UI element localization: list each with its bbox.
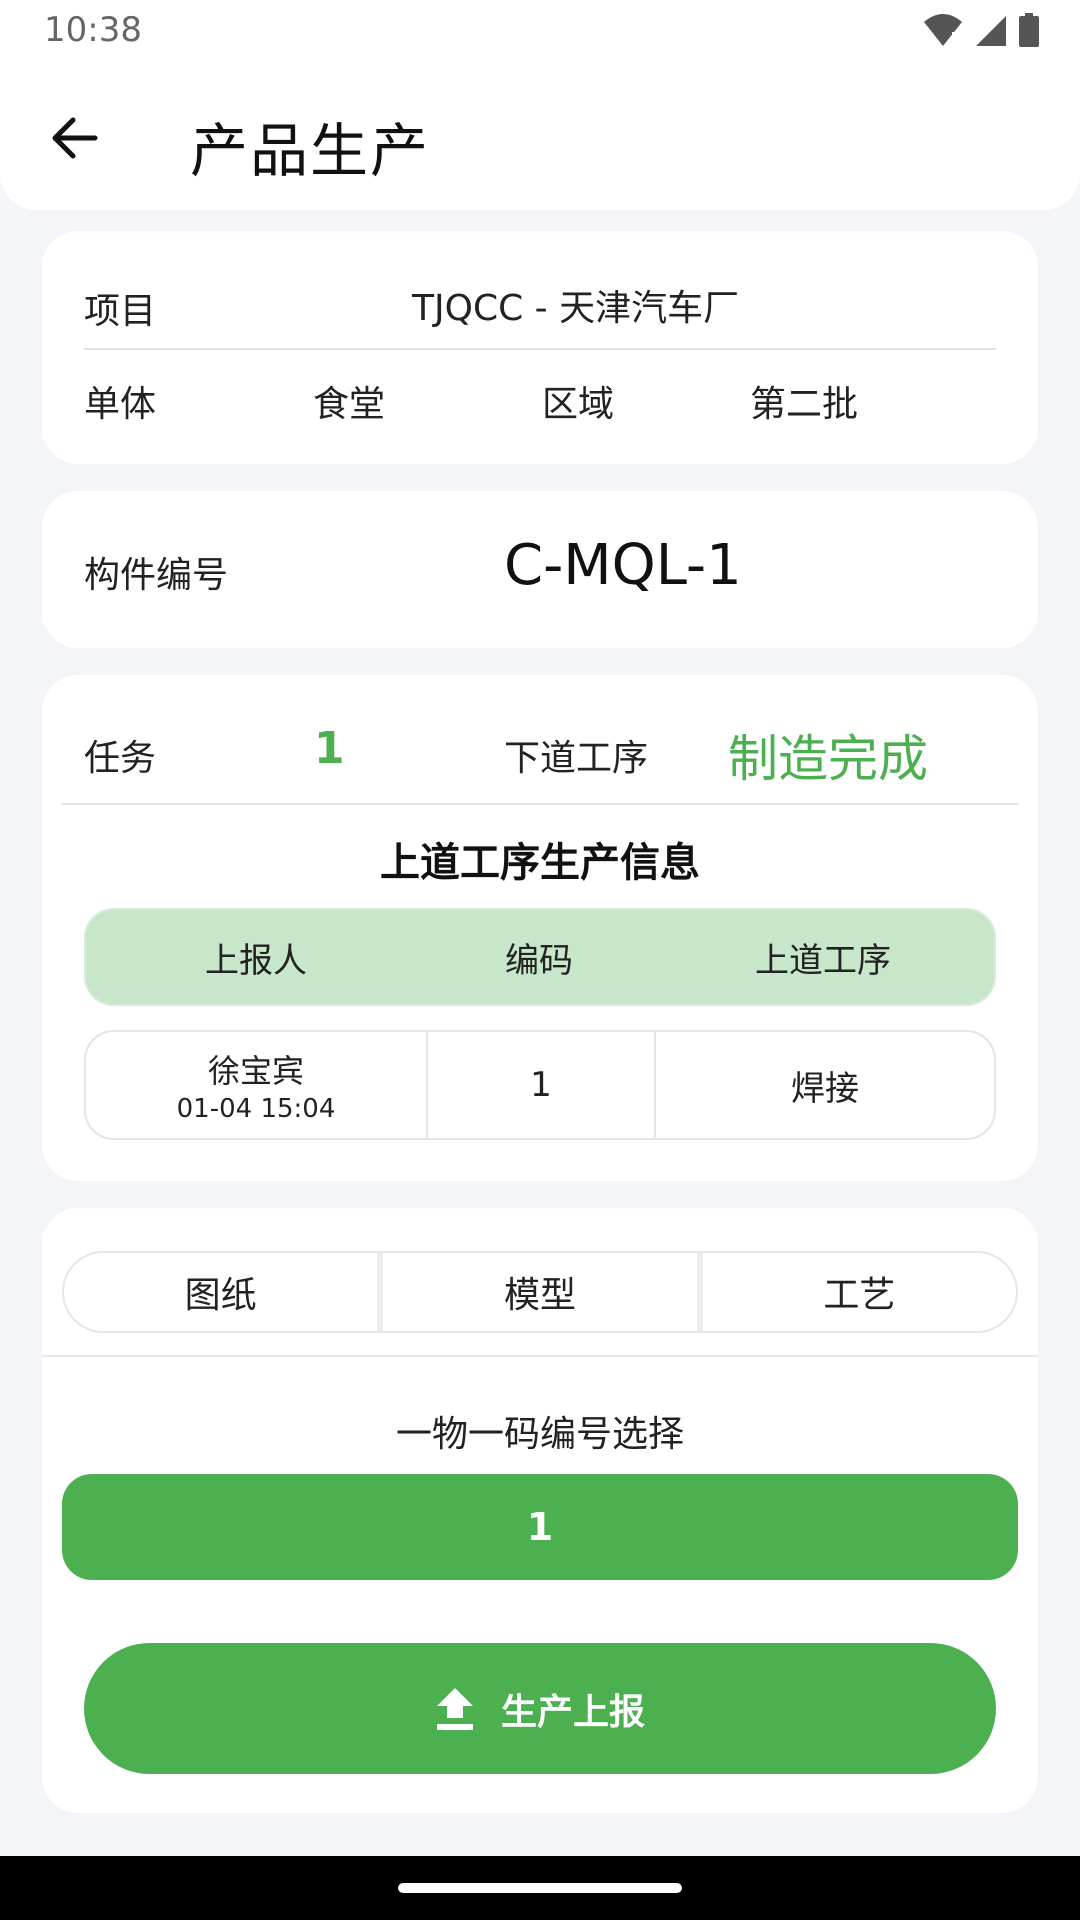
back-button[interactable] [40,104,108,172]
battery-icon [1019,13,1039,47]
task-label: 任务 [84,738,157,779]
project-card: 项目 TJQCC - 天津汽车厂 单体 食堂 区域 第二批 [42,231,1038,464]
previous-process-info-title: 上道工序生产信息 [380,840,700,886]
project-value: TJQCC - 天津汽车厂 [412,288,740,329]
screen: 10:38 产品生产 项目 TJQCC - 天津汽车厂 单体 食堂 区域 第二批… [0,0,1080,1920]
table-header-reporter: 上报人 [205,940,307,981]
wifi-icon [924,14,962,47]
status-bar: 10:38 [0,0,1080,62]
component-card: 构件编号 C-MQL-1 [42,491,1038,648]
code-select-button[interactable]: 1 [62,1474,1018,1580]
production-report-label: 生产上报 [500,1691,645,1733]
navigation-bar [0,1856,1080,1920]
tab-model[interactable]: 模型 [383,1253,696,1331]
report-time: 01-04 15:04 [176,1094,336,1124]
table-header-code: 编码 [505,940,573,981]
component-number-label: 构件编号 [84,555,229,596]
divider [84,348,996,350]
next-process-value: 制造完成 [728,730,928,788]
unit-value: 食堂 [313,384,386,425]
divider [42,1355,1038,1357]
actions-card: 图纸 模型 工艺 一物一码编号选择 1 生产上报 [42,1208,1038,1813]
area-value: 第二批 [750,384,859,425]
divider [62,803,1018,805]
task-value: 1 [314,723,345,774]
code-cell: 1 [530,1065,552,1105]
app-bar: 产品生产 [0,62,1080,210]
signal-icon [976,16,1006,46]
unit-label: 单体 [84,384,157,425]
reporter-name: 徐宝宾 [207,1052,304,1090]
component-number-value: C-MQL-1 [504,533,742,598]
status-time: 10:38 [44,10,142,50]
previous-process-cell: 焊接 [791,1068,859,1109]
arrow-left-icon [52,117,98,159]
code-select-label: 一物一码编号选择 [395,1414,684,1455]
project-label: 项目 [84,291,157,332]
table-header-previous-process: 上道工序 [755,940,891,981]
table-header: 上报人 编码 上道工序 [84,908,996,1006]
upload-icon [436,1687,473,1730]
tab-drawings[interactable]: 图纸 [64,1253,377,1331]
task-card: 任务 1 下道工序 制造完成 上道工序生产信息 上报人 编码 上道工序 徐宝宾 … [42,675,1038,1181]
reporter-cell: 徐宝宾 01-04 15:04 [86,1032,426,1138]
production-report-button[interactable]: 生产上报 [84,1643,996,1774]
next-process-label: 下道工序 [504,738,649,779]
home-handle[interactable] [398,1883,682,1893]
tab-bar: 图纸 模型 工艺 [62,1251,1018,1333]
table-row: 徐宝宾 01-04 15:04 1 焊接 [84,1030,996,1140]
area-label: 区域 [542,384,615,425]
page-title: 产品生产 [190,117,431,185]
tab-process[interactable]: 工艺 [703,1253,1016,1331]
status-icons [922,12,1040,48]
